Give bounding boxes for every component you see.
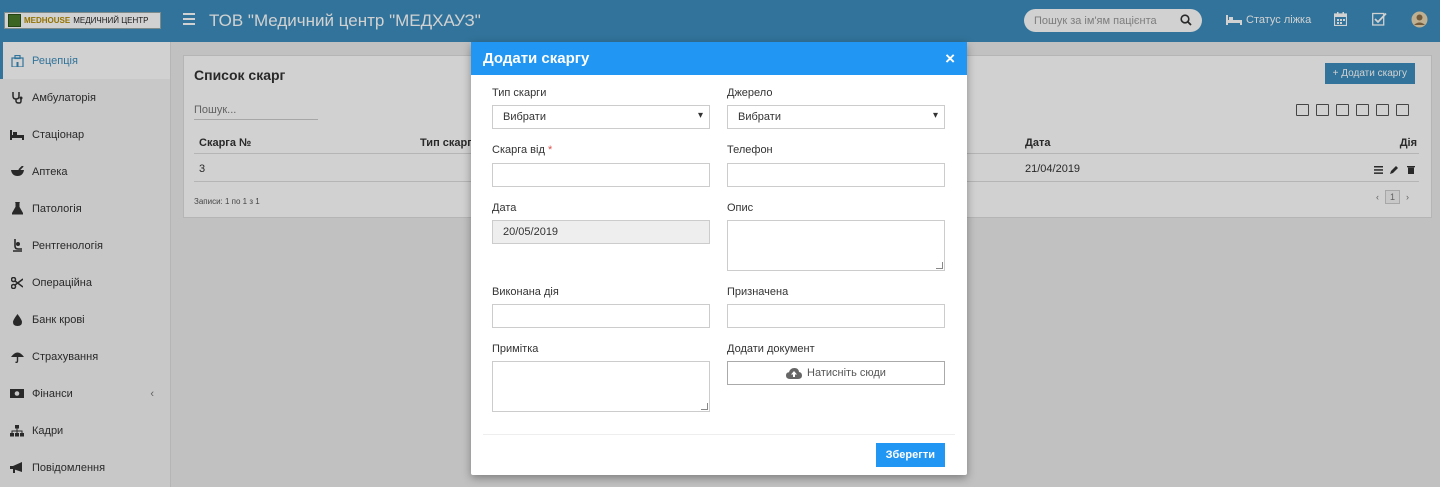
description-label: Опис [727,202,754,214]
source-select[interactable]: Вибрати [727,105,945,129]
upload-label: Натисніть сюди [807,367,886,379]
add-complaint-modal: Додати скаргу × Тип скарги Вибрати Джере… [471,42,967,475]
phone-label: Телефон [727,144,773,156]
date-field: 20/05/2019 [492,220,710,244]
note-label: Примітка [492,343,539,355]
from-label-text: Скарга від [492,144,545,156]
date-label: Дата [492,202,517,214]
from-label: Скарга від * [492,144,552,156]
required-mark: * [547,144,553,156]
cloud-upload-icon [786,367,803,379]
modal-header: Додати скаргу × [471,42,967,75]
modal-title: Додати скаргу [483,50,590,67]
action-label: Виконана дія [492,286,559,298]
type-label: Тип скарги [492,87,547,99]
upload-document-button[interactable]: Натисніть сюди [727,361,945,385]
modal-divider [483,434,955,435]
document-label: Додати документ [727,343,815,355]
assigned-field[interactable] [727,304,945,328]
note-field[interactable] [492,361,710,412]
save-button[interactable]: Зберегти [875,443,945,467]
close-icon[interactable]: × [945,49,955,69]
type-select[interactable]: Вибрати [492,105,710,129]
assigned-label: Призначена [727,286,789,298]
phone-field[interactable] [727,163,945,187]
description-field[interactable] [727,220,945,271]
action-field[interactable] [492,304,710,328]
from-field[interactable] [492,163,710,187]
source-label: Джерело [727,87,773,99]
